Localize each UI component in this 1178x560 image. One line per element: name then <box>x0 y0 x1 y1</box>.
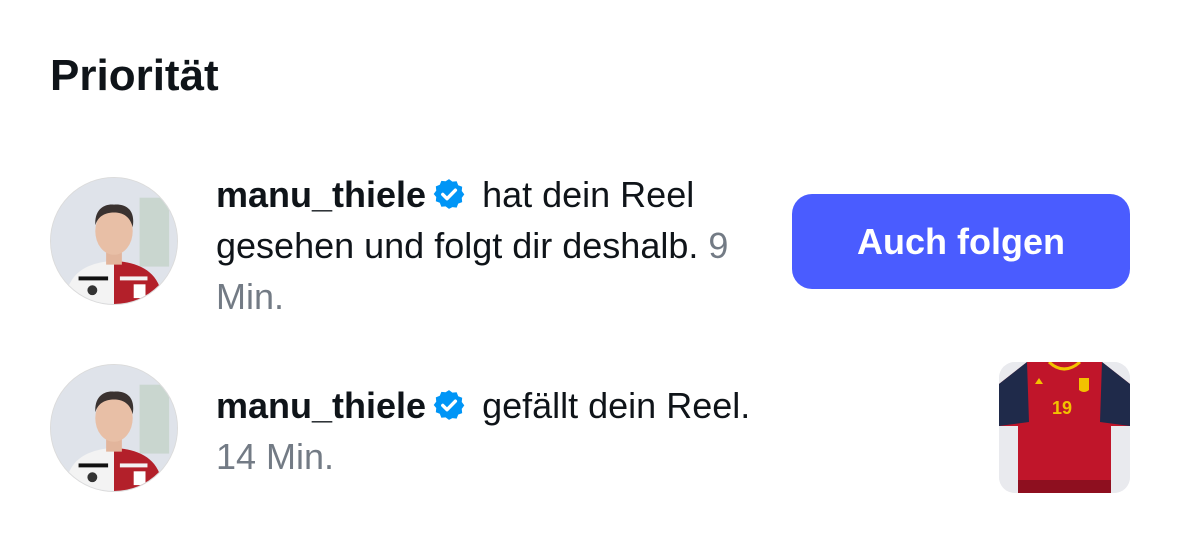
avatar-photo <box>51 178 177 304</box>
avatar[interactable] <box>50 177 178 305</box>
notification-text: manu_thiele gefällt dein Reel. 14 Min. <box>216 380 756 482</box>
notification-text: manu_thiele hat dein Reel gesehen und fo… <box>216 169 756 322</box>
avatar-photo <box>51 365 177 491</box>
jersey-thumbnail-icon: 19 <box>999 362 1130 493</box>
section-title: Priorität <box>50 51 219 100</box>
timestamp: 14 Min. <box>216 436 335 477</box>
follow-back-button[interactable]: Auch folgen <box>792 194 1130 289</box>
verified-badge-icon <box>432 388 466 422</box>
reel-thumbnail[interactable]: 19 <box>999 362 1130 493</box>
username[interactable]: manu_thiele <box>216 385 426 426</box>
jersey-number: 19 <box>1052 398 1072 418</box>
avatar[interactable] <box>50 364 178 492</box>
notification-action-text: gefällt dein Reel. <box>472 385 751 426</box>
username[interactable]: manu_thiele <box>216 174 426 215</box>
verified-badge-icon <box>432 177 466 211</box>
